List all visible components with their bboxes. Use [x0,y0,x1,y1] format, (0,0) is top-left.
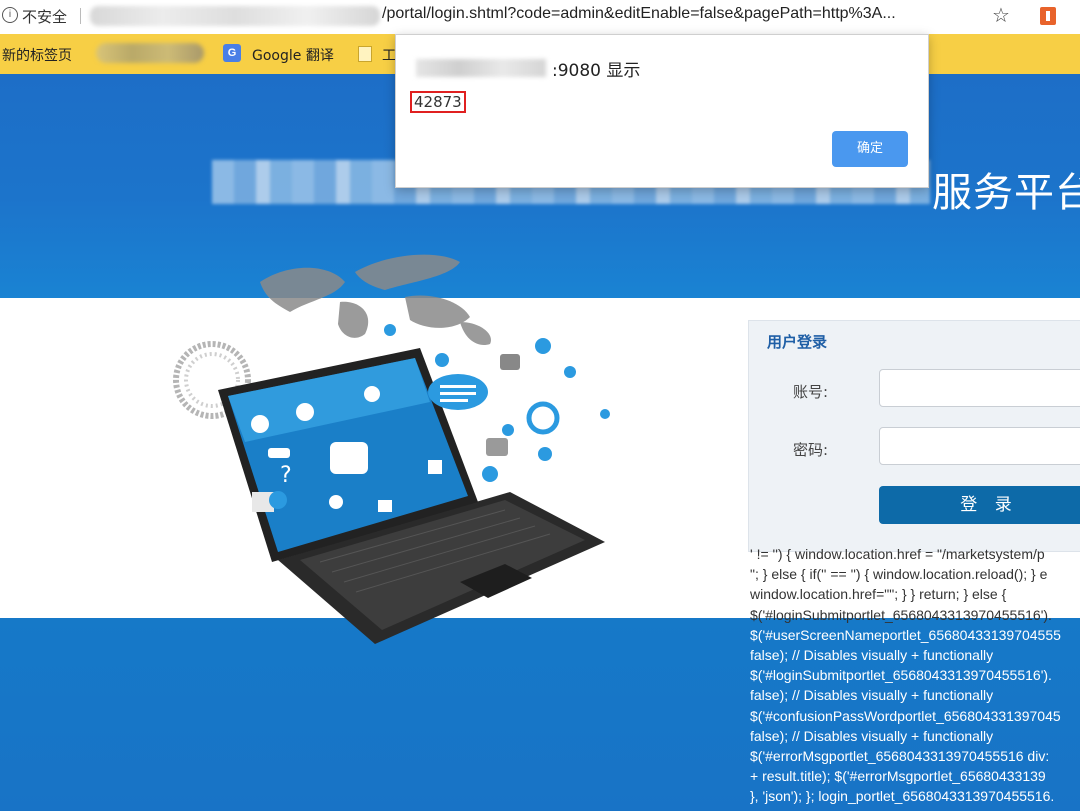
redacted-bookmark[interactable] [96,43,204,63]
login-panel: 用户登录 账号: 密码: 登 录 [748,320,1080,552]
script-line: }, 'json'); }; login_portlet_65680433139… [750,788,1055,805]
redacted-host [416,59,546,77]
script-line: "; } else { if('' == '') { window.locati… [750,566,1048,583]
bookmark-google-translate[interactable]: Google 翻译 [252,45,334,65]
bookmark-new-tab[interactable]: 新的标签页 [2,45,72,65]
alert-dialog: :9080 显示 42873 确定 [395,34,929,188]
login-title: 用户登录 [767,333,828,351]
google-translate-icon[interactable]: G [223,44,241,62]
script-line: $('#loginSubmitportlet_65680433139704555… [750,606,1052,623]
script-line: window.location.href=""; } } return; } e… [750,586,1007,603]
url-text[interactable]: /portal/login.shtml?code=admin&editEnabl… [382,5,896,23]
script-line: $('#errorMsgportlet_6568043313970455516 … [750,747,1050,764]
account-label: 账号: [793,383,829,401]
script-line: false); // Disables visually + functiona… [750,727,994,744]
script-line: false); // Disables visually + functiona… [750,646,994,663]
script-line: $('#confusionPassWordportlet_65680433139… [750,707,1061,724]
script-line: $('#userScreenNameportlet_65680433139704… [750,626,1061,643]
address-bar[interactable]: i 不安全 /portal/login.shtml?code=admin&edi… [0,0,1080,35]
script-line: false); // Disables visually + functiona… [750,687,994,704]
extension-icon[interactable] [1040,7,1056,25]
password-label: 密码: [793,441,829,459]
page-title: 服务平台 [932,170,1080,216]
ok-button[interactable]: 确定 [832,131,908,167]
dialog-message: 42873 [410,91,466,113]
login-button[interactable]: 登 录 [879,486,1080,524]
divider [80,8,81,24]
svg-text:?: ? [280,463,292,488]
script-line: $('#loginSubmitportlet_65680433139704555… [750,667,1052,684]
password-input[interactable] [879,427,1080,465]
account-input[interactable] [879,369,1080,407]
bookmark-folder-partial[interactable]: 工 [382,45,396,65]
info-icon[interactable]: i [2,7,18,23]
laptop-illustration: ? [173,254,610,644]
dialog-title: :9080 显示 [552,61,641,81]
folder-icon[interactable] [358,46,372,62]
redacted-host [90,6,380,26]
script-line: + result.title); $('#errorMsgportlet_656… [750,768,1046,785]
leaked-script-text: ' != '') { window.location.href = "/mark… [750,544,1080,806]
star-icon[interactable]: ☆ [992,3,1010,27]
security-label[interactable]: 不安全 [22,6,67,27]
script-line: ' != '') { window.location.href = "/mark… [750,546,1045,562]
